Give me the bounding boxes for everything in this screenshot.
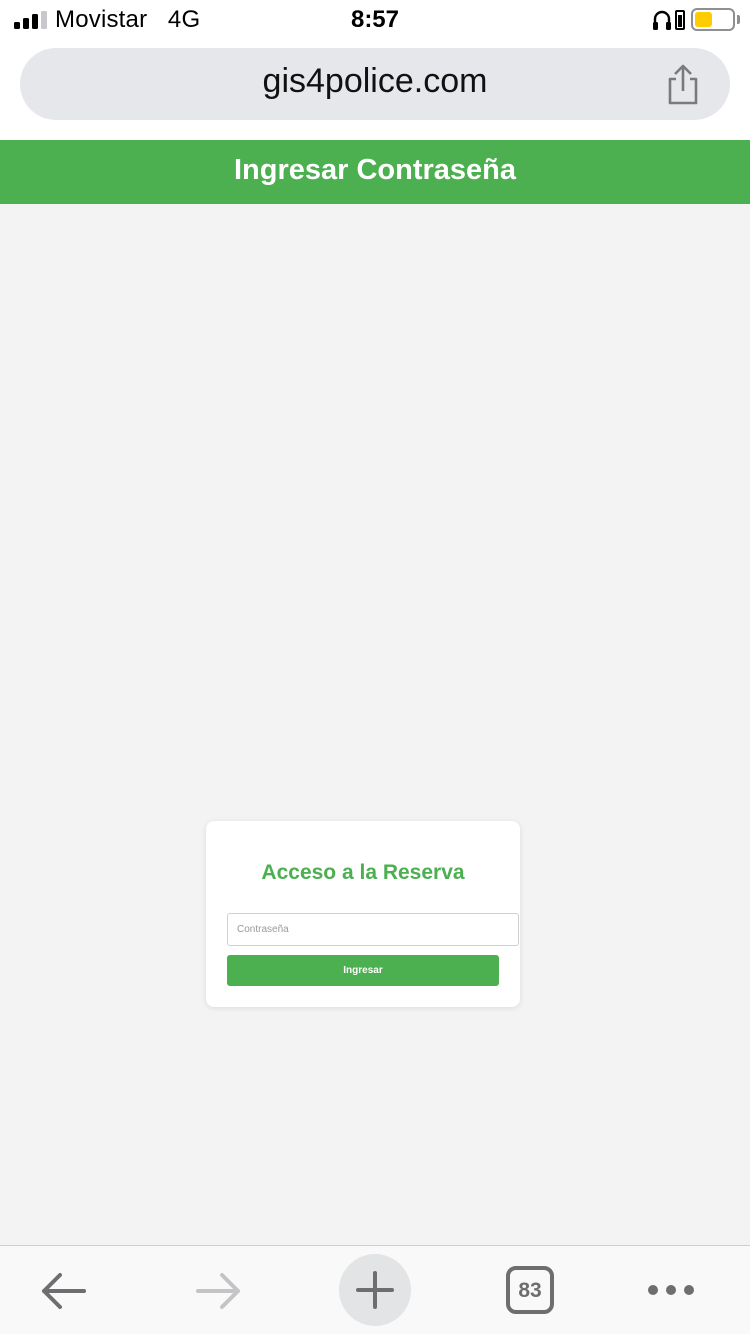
login-submit-button[interactable]: Ingresar: [227, 955, 499, 986]
new-tab-button[interactable]: [339, 1254, 411, 1326]
status-time: 8:57: [350, 6, 400, 33]
password-input[interactable]: [227, 913, 519, 946]
headphones-battery-icon: [675, 10, 685, 30]
tab-count: 83: [518, 1279, 542, 1302]
forward-arrow-icon: [196, 1273, 240, 1309]
share-icon[interactable]: [665, 64, 701, 106]
plus-icon: [356, 1271, 394, 1309]
page-title: Ingresar Contraseña: [233, 154, 517, 186]
address-bar[interactable]: gis4police.com: [20, 48, 730, 120]
more-button[interactable]: [646, 1282, 696, 1298]
browser-toolbar: 83: [0, 1245, 750, 1334]
content-area: [0, 204, 750, 1245]
battery-icon: [691, 8, 735, 31]
app-header: Ingresar Contraseña: [0, 140, 750, 204]
status-bar: Movistar 4G 8:57: [0, 0, 750, 40]
login-title: Acceso a la Reserva: [261, 861, 465, 884]
more-icon: [648, 1285, 694, 1295]
headphones-icon: [653, 10, 671, 30]
battery-tip: [737, 15, 740, 24]
tabs-button[interactable]: 83: [506, 1266, 554, 1314]
back-arrow-icon: [42, 1273, 86, 1309]
back-button[interactable]: [38, 1270, 88, 1312]
url-text[interactable]: gis4police.com: [20, 62, 730, 101]
forward-button[interactable]: [194, 1270, 244, 1312]
login-card: Acceso a la Reserva Ingresar: [206, 821, 520, 1007]
battery-level: [695, 12, 712, 27]
